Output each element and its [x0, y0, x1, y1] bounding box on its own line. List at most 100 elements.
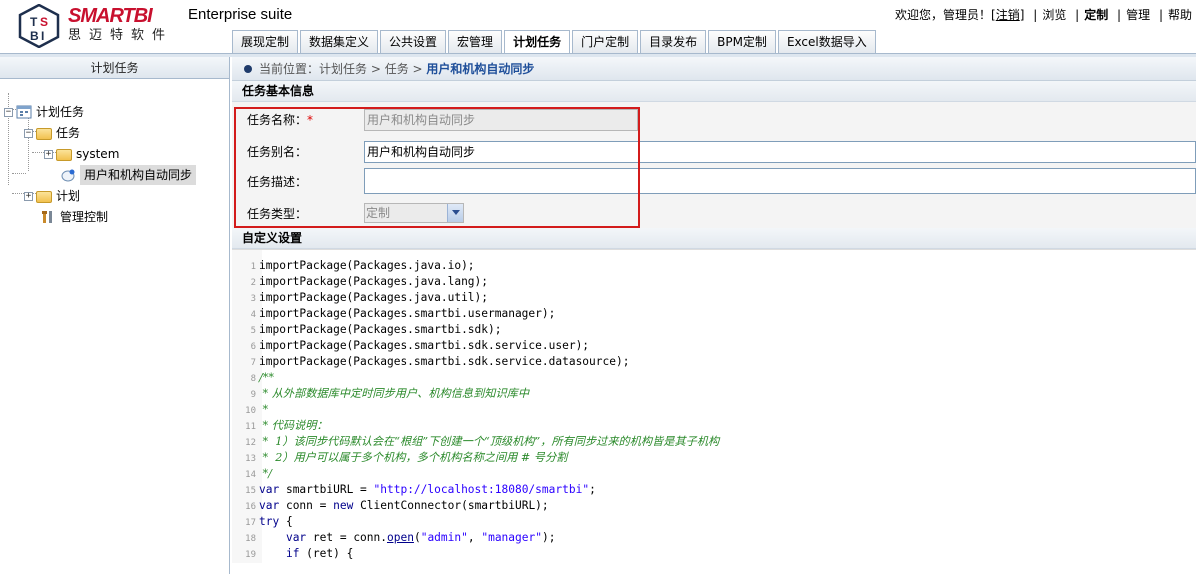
manage-link[interactable]: 管理 [1126, 8, 1150, 22]
help-link[interactable]: 帮助 [1168, 8, 1192, 22]
tree-label-plans: 计划 [56, 189, 81, 203]
tree-label-root: 计划任务 [36, 105, 85, 119]
collapse-icon[interactable]: − [24, 128, 33, 138]
expand-icon[interactable]: + [44, 149, 53, 159]
expand-icon[interactable]: + [24, 191, 33, 201]
tree-node-manage[interactable]: 管理控制 [40, 207, 108, 227]
code-line: 4 importPackage(Packages.smartbi.usermana… [232, 306, 556, 322]
line-number: 16 [245, 502, 256, 512]
task-type-value: 定制 [366, 206, 391, 220]
code-text: importPackage(Packages.java.io); [259, 259, 475, 272]
required-mark: * [307, 113, 314, 127]
top-links: 欢迎您，管理员！[注销] | 浏览 | 定制 | 管理 | 帮助 [895, 6, 1192, 23]
code-line: 1 importPackage(Packages.java.io); [232, 258, 475, 274]
task-desc-field[interactable] [364, 168, 1196, 194]
line-number: 18 [245, 534, 256, 544]
line-number: 13 [245, 454, 256, 464]
divider: | [1158, 8, 1163, 22]
code-text: /** [259, 371, 274, 384]
welcome-end: ] [1019, 8, 1025, 22]
code-line: 11 * 代码说明： [232, 418, 328, 434]
code-line: 7 importPackage(Packages.smartbi.sdk.serv… [232, 354, 630, 370]
task-type-row: 任务类型： 定制 [232, 198, 1196, 228]
line-number: 6 [250, 342, 256, 352]
tree-node-plans[interactable]: + 计划 [24, 186, 80, 206]
suite-title: Enterprise suite [188, 6, 293, 23]
tab-catalog-publish[interactable]: 目录发布 [640, 30, 707, 53]
tree-label-system: system [76, 147, 120, 161]
code-text: importPackage(Packages.smartbi.sdk.servi… [259, 339, 590, 352]
code-text: * [259, 403, 269, 416]
line-number: 9 [250, 390, 256, 400]
code-text: * 从外部数据库中定时同步用户、机构信息到知识库中 [259, 387, 530, 400]
browse-link[interactable]: 浏览 [1042, 8, 1066, 22]
task-icon [61, 169, 75, 182]
code-text: var smartbiURL = "http://localhost:18080… [259, 483, 596, 496]
calendar-icon [16, 105, 32, 119]
code-text: importPackage(Packages.smartbi.usermanag… [259, 307, 556, 320]
code-line: 19 if (ret) { [232, 546, 353, 562]
bullet-icon [244, 65, 252, 73]
tab-scheduled-tasks[interactable]: 计划任务 [504, 30, 571, 54]
left-panel-title: 计划任务 [0, 57, 229, 79]
line-number: 12 [245, 438, 256, 448]
code-editor[interactable]: 1 importPackage(Packages.java.io); 2 import… [232, 249, 1196, 563]
code-line: 13 * 2）用户可以属于多个机构，多个机构名称之间用 # 号分割 [232, 450, 567, 466]
smartbi-logo-icon: T S B I [18, 4, 60, 48]
task-name-field[interactable]: 用户和机构自动同步 [364, 109, 638, 131]
task-desc-label: 任务描述： [247, 175, 308, 189]
line-number: 4 [250, 310, 256, 320]
code-line: 2 importPackage(Packages.java.lang); [232, 274, 488, 290]
line-number: 1 [250, 262, 256, 272]
task-alias-row: 任务别名： 用户和机构自动同步 [232, 136, 1196, 166]
line-number: 7 [250, 358, 256, 368]
tree-label-tasks: 任务 [56, 126, 81, 140]
code-line: 20 var usrManagerService = new UserManag… [232, 562, 630, 563]
tree-node-system[interactable]: + system [44, 144, 119, 164]
line-number: 8 [250, 374, 256, 384]
svg-text:I: I [41, 29, 44, 43]
code-line: 16 var conn = new ClientConnector(smartbi… [232, 498, 549, 514]
app-header: T S B I SMARTBI 思迈特软件 Enterprise suite 欢… [0, 0, 1196, 54]
tree-label-manage: 管理控制 [60, 210, 109, 224]
breadcrumb: 当前位置：计划任务 > 任务 > 用户和机构自动同步 [232, 57, 1196, 81]
code-line: 5 importPackage(Packages.smartbi.sdk); [232, 322, 502, 338]
customize-link[interactable]: 定制 [1084, 8, 1108, 22]
code-text: importPackage(Packages.java.lang); [259, 275, 489, 288]
code-text: * 1）该同步代码默认会在“根组”下创建一个“顶级机构”，所有同步过来的机构皆是… [259, 435, 720, 448]
main-tabs: 展现定制 数据集定义 公共设置 宏管理 计划任务 门户定制 目录发布 BPM定制… [232, 30, 878, 54]
code-text: importPackage(Packages.smartbi.sdk.servi… [259, 355, 630, 368]
task-alias-field[interactable]: 用户和机构自动同步 [364, 141, 1196, 163]
code-line: 12 * 1）该同步代码默认会在“根组”下创建一个“顶级机构”，所有同步过来的机… [232, 434, 719, 450]
task-type-select[interactable]: 定制 [364, 203, 464, 223]
logout-link[interactable]: 注销 [996, 8, 1020, 22]
tab-excel-import[interactable]: Excel数据导入 [777, 30, 876, 53]
tab-macro-management[interactable]: 宏管理 [448, 30, 503, 53]
task-alias-label: 任务别名： [247, 145, 308, 159]
code-text: var conn = new ClientConnector(smartbiUR… [259, 499, 549, 512]
code-text: */ [259, 467, 272, 480]
line-number: 2 [250, 278, 256, 288]
tab-dataset-definition[interactable]: 数据集定义 [300, 30, 379, 53]
task-type-label: 任务类型： [247, 207, 308, 221]
svg-text:T: T [30, 15, 38, 29]
welcome-text: 欢迎您，管理员！[ [895, 8, 996, 22]
code-line: 17 try { [232, 514, 293, 530]
code-line: 3 importPackage(Packages.java.util); [232, 290, 488, 306]
tree-node-root[interactable]: − 计划任务 [4, 102, 84, 122]
tab-bpm-customize[interactable]: BPM定制 [708, 30, 776, 53]
code-text: try { [259, 515, 293, 528]
chevron-down-icon[interactable] [447, 204, 463, 222]
collapse-icon[interactable]: − [4, 107, 13, 117]
tools-icon [42, 211, 52, 223]
tree-node-tasks[interactable]: − 任务 [24, 123, 80, 143]
code-line: 9 * 从外部数据库中定时同步用户、机构信息到知识库中 [232, 386, 529, 402]
basic-info-header: 任务基本信息 [232, 81, 1196, 102]
tab-display-customize[interactable]: 展现定制 [232, 30, 299, 53]
tab-common-settings[interactable]: 公共设置 [380, 30, 447, 53]
divider: | [1075, 8, 1080, 22]
tree-node-sync[interactable]: 用户和机构自动同步 [60, 165, 197, 185]
code-text: * 2）用户可以属于多个机构，多个机构名称之间用 # 号分割 [259, 451, 568, 464]
tab-portal-customize[interactable]: 门户定制 [572, 30, 639, 53]
code-line: 18 var ret = conn.open("admin", "manager… [232, 530, 555, 546]
